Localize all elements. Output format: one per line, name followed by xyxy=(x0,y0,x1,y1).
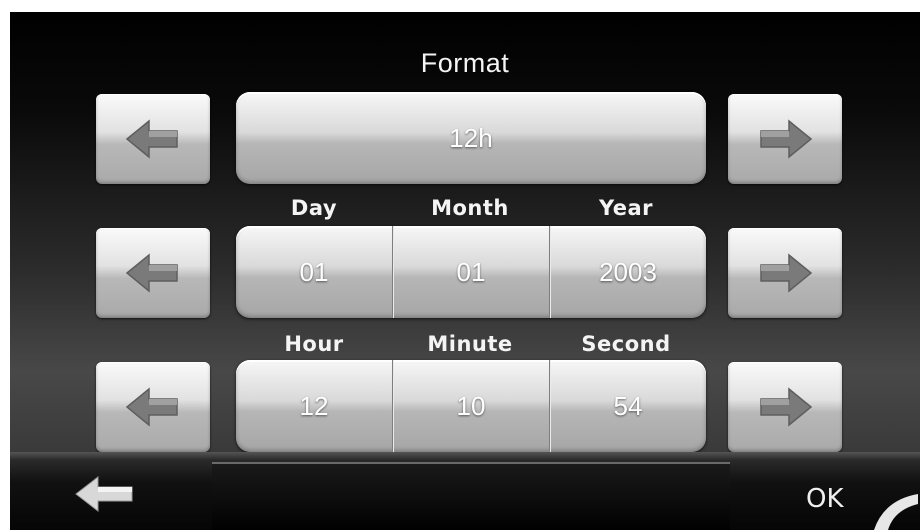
format-next-button[interactable] xyxy=(728,94,842,184)
date-panel: 01 01 2003 xyxy=(236,226,706,318)
arrow-right-icon xyxy=(760,119,813,159)
label-second: Second xyxy=(581,332,671,356)
time-panel: 12 10 54 xyxy=(236,360,706,452)
month-value[interactable]: 01 xyxy=(392,226,549,318)
second-value[interactable]: 54 xyxy=(549,360,706,452)
arrow-right-icon xyxy=(760,253,813,293)
format-value[interactable]: 12h xyxy=(236,92,706,184)
hour-value[interactable]: 12 xyxy=(236,360,392,452)
label-year: Year xyxy=(598,196,654,220)
label-day: Day xyxy=(290,196,338,220)
format-prev-button[interactable] xyxy=(96,94,210,184)
settings-screen: Format 12h Day Month Year 01 01 2003 Hou… xyxy=(10,12,920,530)
watermark-logo xyxy=(874,494,918,530)
label-minute: Minute xyxy=(427,332,513,356)
time-prev-button[interactable] xyxy=(96,362,210,452)
minute-value[interactable]: 10 xyxy=(392,360,549,452)
arrow-left-icon xyxy=(125,253,178,293)
year-value[interactable]: 2003 xyxy=(549,226,706,318)
label-hour: Hour xyxy=(284,332,344,356)
bottom-center-slot xyxy=(212,462,730,530)
page-title: Format xyxy=(420,48,510,78)
back-button[interactable] xyxy=(74,474,136,519)
date-next-button[interactable] xyxy=(728,228,842,318)
date-prev-button[interactable] xyxy=(96,228,210,318)
arrow-right-icon xyxy=(760,387,813,427)
back-arrow-icon xyxy=(75,475,133,513)
time-next-button[interactable] xyxy=(728,362,842,452)
arrow-left-icon xyxy=(125,387,178,427)
ok-button[interactable]: OK xyxy=(806,484,844,514)
day-value[interactable]: 01 xyxy=(236,226,392,318)
arrow-left-icon xyxy=(125,119,178,159)
format-panel: 12h xyxy=(236,92,706,184)
label-month: Month xyxy=(431,196,509,220)
